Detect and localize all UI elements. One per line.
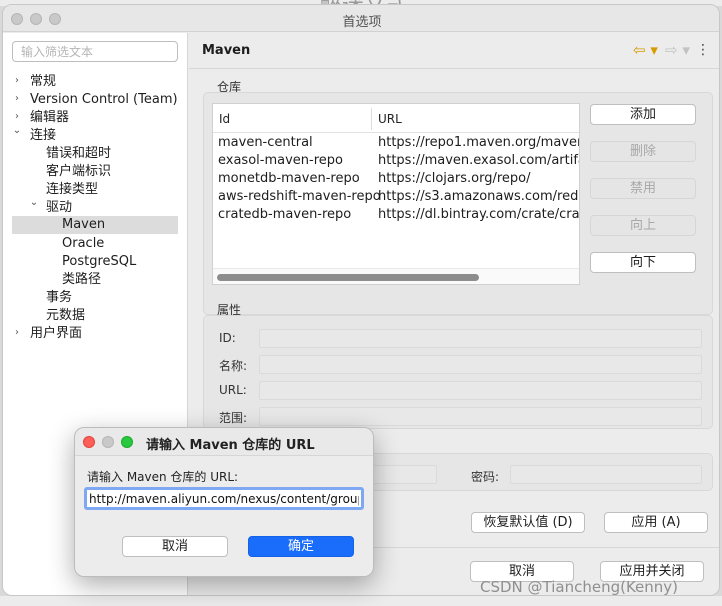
repo-url-cell[interactable]: https://maven.exasol.com/artifactory/exa… — [378, 153, 579, 168]
tree-item-metadata[interactable]: 元数据 — [46, 307, 85, 325]
tree-item-client-id[interactable]: 客户端标识 — [46, 163, 111, 181]
column-divider[interactable] — [371, 108, 372, 130]
tree-item-editor[interactable]: 编辑器 — [30, 109, 69, 127]
dialog-cancel-button[interactable]: 取消 — [122, 536, 228, 557]
apply-button[interactable]: 应用 (A) — [604, 512, 708, 533]
restore-defaults-button[interactable]: 恢复默认值 (D) — [471, 512, 585, 533]
back-arrow-icon[interactable]: ⇦ ▾ — [633, 41, 658, 59]
dialog-minimize-button — [102, 436, 114, 448]
dialog-ok-button[interactable]: 确定 — [248, 536, 354, 557]
chevron-right-icon[interactable]: › — [12, 75, 22, 86]
repo-url-cell[interactable]: https://repo1.maven.org/maven2/ — [378, 135, 579, 150]
chevron-down-icon[interactable]: ⌄ — [12, 125, 22, 136]
repo-id-cell[interactable]: aws-redshift-maven-repo — [218, 189, 381, 204]
watermark: CSDN @Tiancheng(Kenny) — [480, 578, 679, 596]
repo-id-cell[interactable]: cratedb-maven-repo — [218, 207, 351, 222]
password-field[interactable] — [510, 465, 702, 484]
repo-id-cell[interactable]: maven-central — [218, 135, 313, 150]
repo-url-cell[interactable]: https://clojars.org/repo/ — [378, 171, 530, 186]
window-title: 首选项 — [342, 15, 382, 30]
url-field[interactable] — [259, 381, 702, 400]
id-field[interactable] — [259, 329, 702, 348]
page-title: Maven — [202, 43, 251, 58]
repository-table[interactable]: Id URL maven-central https://repo1.maven… — [212, 103, 580, 285]
tree-item-postgresql[interactable]: PostgreSQL — [62, 253, 136, 271]
repository-url-input[interactable] — [84, 487, 364, 510]
name-field[interactable] — [259, 355, 702, 374]
tree-item-user-interface[interactable]: 用户界面 — [30, 325, 82, 343]
password-label: 密码: — [471, 470, 500, 484]
scrollbar-thumb[interactable] — [217, 274, 479, 281]
repo-id-cell[interactable]: exasol-maven-repo — [218, 153, 343, 168]
filter-input[interactable] — [12, 41, 178, 62]
scope-label: 范围: — [219, 411, 248, 425]
disable-button[interactable]: 禁用 — [590, 178, 696, 199]
url-label: URL: — [219, 383, 247, 397]
tree-item-errors-timeouts[interactable]: 错误和超时 — [46, 145, 111, 163]
name-label: 名称: — [219, 359, 248, 373]
dialog-title: 请输入 Maven 仓库的 URL — [146, 438, 315, 453]
background-strip-bottom — [0, 596, 722, 606]
id-label: ID: — [219, 331, 236, 345]
move-up-button[interactable]: 向上 — [590, 215, 696, 236]
move-down-button[interactable]: 向下 — [590, 252, 696, 273]
scope-field[interactable] — [259, 407, 702, 426]
tree-item-version-control[interactable]: Version Control (Team) — [30, 91, 178, 109]
page-header: Maven ⇦ ▾ ⇨ ▾ ⋮ — [189, 33, 719, 69]
chevron-right-icon[interactable]: › — [12, 327, 22, 338]
dialog-close-button[interactable] — [83, 436, 95, 448]
add-button[interactable]: 添加 — [590, 104, 696, 125]
column-header-url[interactable]: URL — [378, 112, 402, 126]
chevron-down-icon[interactable]: ⌄ — [29, 197, 39, 208]
tree-item-classpath[interactable]: 类路径 — [62, 271, 101, 289]
chevron-right-icon[interactable]: › — [12, 111, 22, 122]
tree-item-maven[interactable]: Maven — [12, 216, 178, 234]
dialog-titlebar: 请输入 Maven 仓库的 URL — [75, 428, 373, 456]
dialog-zoom-button[interactable] — [121, 436, 133, 448]
tree-item-connections[interactable]: 连接 — [30, 127, 56, 145]
url-input-dialog: 请输入 Maven 仓库的 URL 请输入 Maven 仓库的 URL: 取消 … — [74, 427, 374, 577]
repo-url-cell[interactable]: https://dl.bintray.com/crate/crate — [378, 207, 579, 222]
repo-id-cell[interactable]: monetdb-maven-repo — [218, 171, 360, 186]
tree-item-general[interactable]: 常规 — [30, 73, 56, 91]
dialog-prompt: 请输入 Maven 仓库的 URL: — [87, 470, 239, 484]
tree-item-connection-types[interactable]: 连接类型 — [46, 181, 98, 199]
chevron-right-icon[interactable]: › — [12, 93, 22, 104]
header-divider — [213, 132, 579, 133]
forward-arrow-icon[interactable]: ⇨ ▾ — [665, 41, 690, 59]
tree-item-oracle[interactable]: Oracle — [62, 235, 104, 253]
repo-url-cell[interactable]: https://s3.amazonaws.com/redshift-maven-… — [378, 189, 579, 204]
horizontal-scrollbar[interactable] — [213, 268, 579, 284]
tree-item-transactions[interactable]: 事务 — [46, 289, 72, 307]
window-titlebar: 首选项 — [3, 5, 719, 32]
more-menu-icon[interactable]: ⋮ — [696, 42, 710, 58]
tree-item-drivers[interactable]: 驱动 — [46, 199, 72, 217]
column-header-id[interactable]: Id — [219, 112, 230, 126]
delete-button[interactable]: 删除 — [590, 141, 696, 162]
